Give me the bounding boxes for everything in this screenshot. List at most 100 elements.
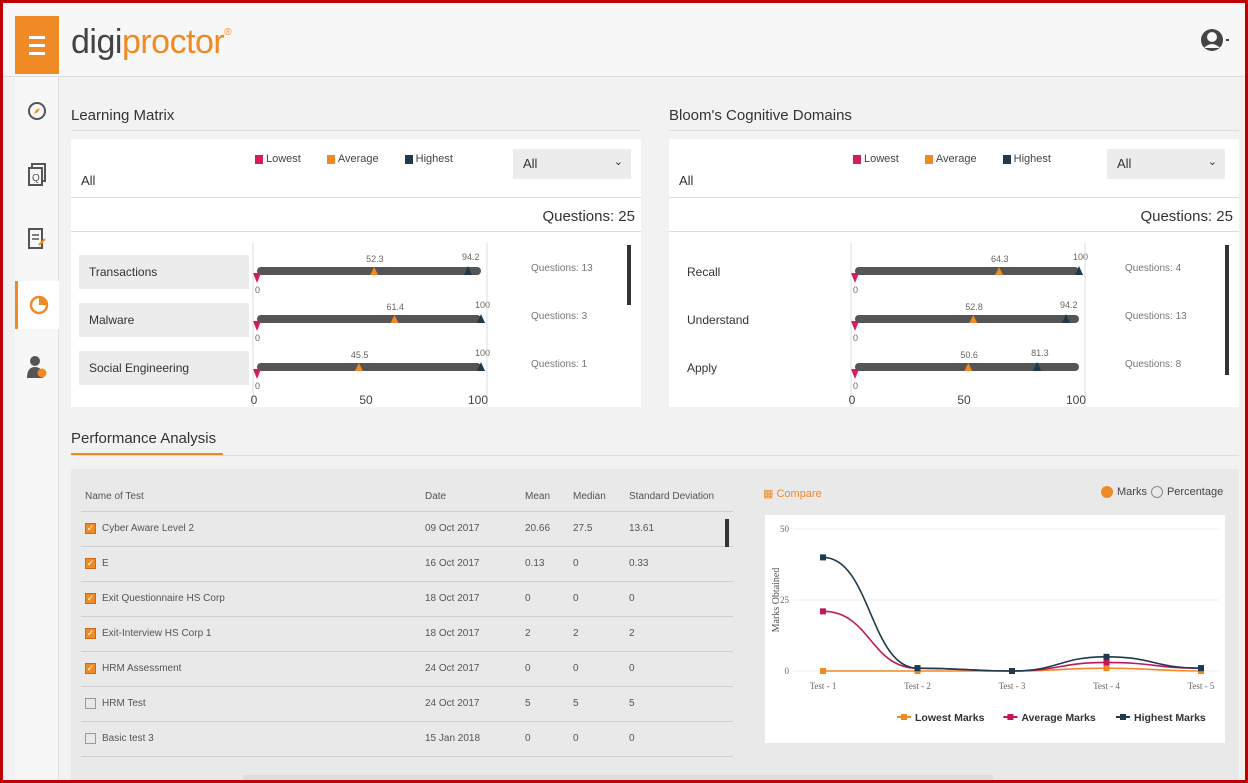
row-questions-count: Questions: 4	[1125, 263, 1182, 274]
pie-chart-icon[interactable]	[15, 281, 59, 329]
series-line	[822, 556, 1202, 672]
test-median: 27.5	[569, 511, 625, 547]
test-mean: 0	[521, 721, 569, 757]
radio-marks[interactable]	[1101, 486, 1113, 498]
lowest-marker	[851, 369, 859, 379]
test-mean: 20.66	[521, 511, 569, 547]
table-row[interactable]: ✓ Exit Questionnaire HS Corp 18 Oct 2017 0 0…	[81, 581, 733, 617]
user-account-icon[interactable]	[1199, 27, 1233, 57]
test-mean: 0	[521, 581, 569, 617]
test-name: Basic test 3	[102, 733, 154, 745]
test-std-dev: 0	[625, 651, 733, 687]
learning-matrix-card: Lowest Average Highest All ⌄ All Question…	[71, 139, 641, 407]
x-tick-label: Test - 1	[810, 681, 837, 691]
average-value-label: 52.3	[366, 254, 384, 264]
lowest-value-label: 0	[255, 381, 260, 391]
legend-lowest: Lowest	[255, 153, 301, 165]
user-settings-icon[interactable]	[15, 343, 59, 391]
card-divider	[71, 231, 641, 232]
learning-matrix-filter-dropdown[interactable]: All ⌄	[513, 149, 631, 179]
scrollbar-thumb[interactable]	[725, 519, 729, 547]
legend-swatch-lowest	[255, 154, 263, 164]
table-row[interactable]: ✓ Cyber Aware Level 2 09 Oct 2017 20.66 27.5…	[81, 511, 733, 547]
highest-value-label: 100	[1073, 252, 1088, 262]
top-bar: digiproctor®	[3, 3, 1245, 77]
test-name: E	[102, 558, 109, 570]
logo-registered-mark: ®	[224, 27, 232, 38]
lowest-marker	[253, 273, 261, 283]
test-name-cell: ✓ Exit Questionnaire HS Corp	[81, 581, 421, 617]
app-frame: digiproctor® Q Learning Matrix Lowest Av…	[0, 0, 1248, 783]
row-questions-count: Questions: 8	[1125, 359, 1182, 370]
data-point	[820, 668, 826, 674]
table-row[interactable]: ✓ E 16 Oct 2017 0.13 0 0.33	[81, 546, 733, 582]
test-select-checkbox[interactable]: ✓	[85, 662, 96, 674]
col-header: Date	[421, 483, 521, 512]
hamburger-icon[interactable]	[15, 16, 59, 74]
legend-swatch-highest	[404, 154, 413, 164]
axis-tick-label: 100	[1066, 393, 1086, 407]
test-select-checkbox[interactable]: ✓	[85, 557, 96, 569]
test-std-dev: 5	[625, 686, 733, 722]
lowest-value-label: 0	[853, 333, 858, 343]
compass-icon[interactable]	[15, 87, 59, 135]
test-name: Exit Questionnaire HS Corp	[102, 593, 225, 605]
bloom-filter-label: All	[679, 173, 694, 188]
test-name-cell: ✓ E	[81, 546, 421, 582]
radio-percentage[interactable]	[1150, 486, 1163, 498]
test-mean: 5	[521, 686, 569, 722]
card-divider	[71, 197, 641, 198]
question-paper-icon[interactable]: Q	[15, 151, 59, 199]
table-row[interactable]: ✓ HRM Assessment 24 Oct 2017 0 0 0	[81, 651, 733, 687]
lowest-marker	[851, 273, 859, 283]
legend-label: Lowest Marks	[915, 712, 985, 724]
checklist-icon[interactable]	[15, 215, 59, 263]
average-value-label: 52.8	[965, 302, 983, 312]
scrollbar-thumb[interactable]	[1225, 245, 1229, 375]
test-median: 5	[569, 686, 625, 722]
data-point	[1103, 665, 1110, 672]
x-tick-label: Test - 3	[999, 681, 1026, 691]
lowest-value-label: 0	[853, 381, 858, 391]
x-tick-label: Test - 2	[904, 681, 931, 691]
chevron-down-icon: ⌄	[613, 156, 623, 168]
bloom-filter-dropdown[interactable]: All ⌄	[1107, 149, 1225, 179]
highest-value-label: 94.2	[1060, 300, 1078, 310]
highest-value-label: 100	[475, 300, 490, 310]
card-divider	[669, 197, 1239, 198]
test-name-cell: Basic test 3	[81, 721, 421, 757]
test-select-checkbox[interactable]: ✓	[85, 627, 96, 639]
row-questions-count: Questions: 13	[1125, 311, 1187, 322]
table-header-row: Name of Test Date Mean Median Standard D…	[81, 483, 733, 512]
section-divider	[669, 130, 1239, 131]
bottom-scroll-strip[interactable]	[243, 775, 993, 780]
test-select-checkbox[interactable]: ✓	[85, 522, 96, 534]
table-row[interactable]: Basic test 3 15 Jan 2018 0 0 0	[81, 721, 733, 757]
bloom-row-label: Apply	[687, 361, 718, 375]
legend-swatch-average	[924, 154, 933, 164]
app-logo[interactable]: digiproctor®	[71, 23, 232, 62]
table-row[interactable]: ✓ Exit-Interview HS Corp 1 18 Oct 2017 2 2 2	[81, 616, 733, 652]
test-date: 18 Oct 2017	[421, 616, 521, 652]
test-select-checkbox[interactable]	[85, 697, 96, 709]
legend-label: Highest Marks	[1134, 712, 1206, 724]
table-row[interactable]: HRM Test 24 Oct 2017 5 5 5	[81, 686, 733, 722]
lowest-marker	[851, 321, 859, 331]
test-select-checkbox[interactable]: ✓	[85, 592, 96, 604]
legend-lowest: Lowest	[853, 153, 899, 165]
test-name: HRM Test	[102, 698, 146, 710]
scrollbar-thumb[interactable]	[627, 245, 631, 305]
x-tick-label: Test - 5	[1188, 681, 1215, 691]
section-divider	[71, 130, 641, 131]
legend-marker	[1007, 714, 1014, 720]
compare-button[interactable]: ▦ Compare	[763, 487, 822, 500]
bloom-range-chart: 0 64.3 100 0 52.8 94.2 0 50.6 81.3 0 50 100	[849, 243, 1088, 407]
average-value-label: 61.4	[387, 302, 405, 312]
performance-panel: Name of Test Date Mean Median Standard D…	[71, 469, 1239, 780]
legend-average-label: Average	[935, 153, 977, 165]
highest-value-label: 81.3	[1031, 348, 1049, 358]
legend-average-label: Average	[337, 153, 379, 165]
matrix-row-label: Malware	[79, 303, 249, 337]
test-select-checkbox[interactable]	[85, 732, 96, 744]
svg-text:Q: Q	[32, 173, 40, 184]
